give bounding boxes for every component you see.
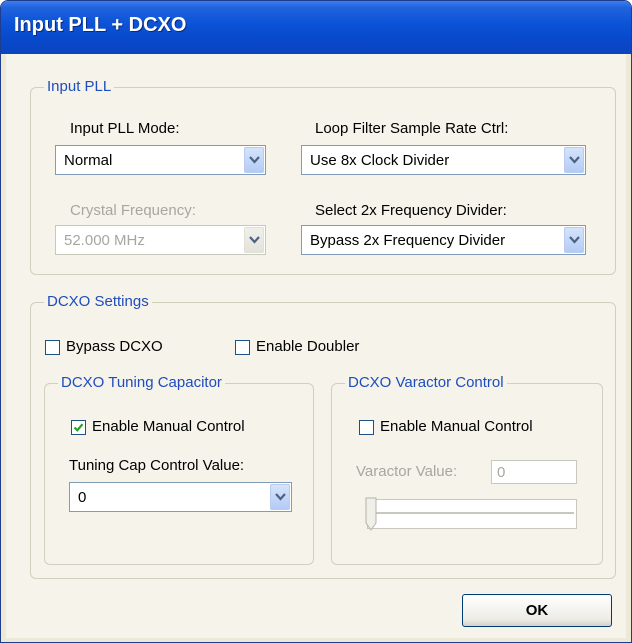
tuning-cap-value-label: Tuning Cap Control Value: xyxy=(69,457,245,474)
dcxo-settings-group-label: DCXO Settings xyxy=(44,293,152,311)
enable-doubler-label[interactable]: Enable Doubler xyxy=(256,338,359,355)
crystal-frequency-value: 52.000 MHz xyxy=(64,232,145,249)
frequency-divider-label: Select 2x Frequency Divider: xyxy=(315,202,507,219)
dialog-client-area: Input PLL Input PLL Mode: Normal Loop Fi… xyxy=(6,54,626,638)
varactor-manual-control-label[interactable]: Enable Manual Control xyxy=(380,418,533,435)
input-pll-mode-value: Normal xyxy=(64,152,113,169)
crystal-frequency-label: Crystal Frequency: xyxy=(70,202,196,219)
input-pll-mode-select[interactable]: Normal xyxy=(55,145,266,175)
chevron-down-icon[interactable] xyxy=(244,147,264,173)
loop-filter-select[interactable]: Use 8x Clock Divider xyxy=(301,145,586,175)
varactor-value-label: Varactor Value: xyxy=(356,463,458,480)
crystal-frequency-select: 52.000 MHz xyxy=(55,225,266,255)
dialog-window: Input PLL + DCXO Input PLL Input PLL Mod… xyxy=(0,0,632,643)
dcxo-tuning-capacitor-group: DCXO Tuning Capacitor xyxy=(44,374,314,565)
bypass-dcxo-checkbox[interactable] xyxy=(45,340,60,355)
bypass-dcxo-label[interactable]: Bypass DCXO xyxy=(66,338,163,355)
varactor-value: 0 xyxy=(497,464,506,481)
loop-filter-value: Use 8x Clock Divider xyxy=(310,152,450,169)
enable-doubler-checkbox[interactable] xyxy=(235,340,250,355)
chevron-down-icon[interactable] xyxy=(564,227,584,253)
ok-button-label: OK xyxy=(525,602,549,619)
checkmark-icon xyxy=(73,423,84,432)
tuning-cap-value-select[interactable]: 0 xyxy=(69,482,292,512)
varactor-slider-thumb xyxy=(365,497,377,531)
window-title: Input PLL + DCXO xyxy=(14,14,187,36)
varactor-slider-line xyxy=(370,512,574,514)
frequency-divider-select[interactable]: Bypass 2x Frequency Divider xyxy=(301,225,586,255)
chevron-down-icon[interactable] xyxy=(270,484,290,510)
tuning-manual-control-label[interactable]: Enable Manual Control xyxy=(92,418,245,435)
frequency-divider-value: Bypass 2x Frequency Divider xyxy=(310,232,506,249)
input-pll-group-label: Input PLL xyxy=(44,78,115,96)
tuning-manual-control-checkbox[interactable] xyxy=(71,420,86,435)
ok-button[interactable]: OK xyxy=(462,594,612,627)
loop-filter-label: Loop Filter Sample Rate Ctrl: xyxy=(315,120,509,137)
chevron-down-icon[interactable] xyxy=(564,147,584,173)
dcxo-tuning-capacitor-label: DCXO Tuning Capacitor xyxy=(58,374,225,392)
varactor-value-input: 0 xyxy=(491,460,577,484)
title-bar[interactable]: Input PLL + DCXO xyxy=(1,1,631,54)
dcxo-varactor-control-label: DCXO Varactor Control xyxy=(345,374,507,392)
input-pll-mode-label: Input PLL Mode: xyxy=(70,120,180,137)
varactor-manual-control-checkbox[interactable] xyxy=(359,420,374,435)
varactor-slider xyxy=(367,499,577,529)
tuning-cap-value: 0 xyxy=(78,489,87,506)
chevron-down-icon xyxy=(244,227,264,253)
